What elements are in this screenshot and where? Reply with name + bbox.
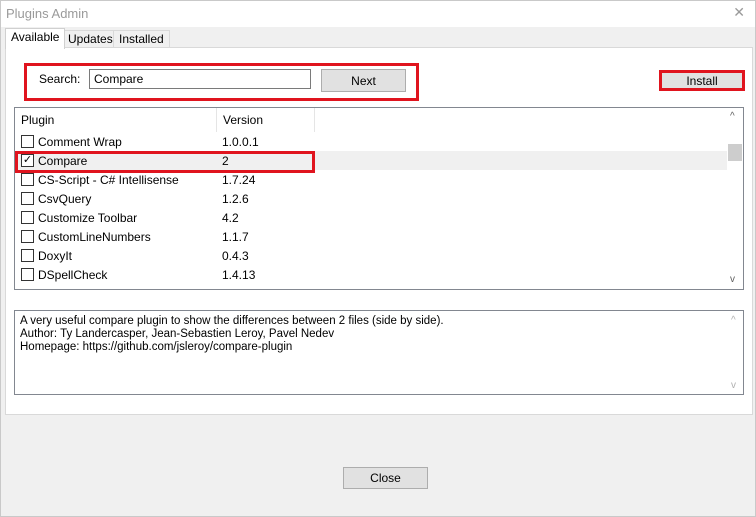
column-header-plugin[interactable]: Plugin (15, 108, 217, 132)
close-button[interactable]: Close (343, 467, 428, 489)
plugin-name: DSpellCheck (38, 268, 108, 282)
plugin-version: 1.4.13 (222, 268, 256, 282)
checkbox[interactable] (21, 211, 34, 224)
next-button[interactable]: Next (321, 69, 406, 92)
plugin-name: CS-Script - C# Intellisense (38, 173, 179, 187)
plugin-list[interactable]: Plugin Version Comment Wrap 1.0.0.1 ✓ Co… (14, 107, 744, 290)
window-title: Plugins Admin (6, 6, 89, 21)
list-item[interactable]: DSpellCheck 1.4.13 (15, 265, 727, 284)
scroll-down-icon[interactable]: v (731, 379, 736, 392)
tab-available[interactable]: Available (5, 28, 66, 49)
plugin-name: CustomLineNumbers (38, 230, 151, 244)
install-button[interactable]: Install (662, 73, 742, 88)
description-scrollbar[interactable]: ^ v (727, 311, 743, 394)
plugin-name: Customize Toolbar (38, 211, 138, 225)
plugin-version: 1.0.0.1 (222, 135, 259, 149)
list-item[interactable]: DoxyIt 0.4.3 (15, 246, 727, 265)
checkbox[interactable] (21, 135, 34, 148)
checkbox[interactable] (21, 173, 34, 186)
plugin-name: CsvQuery (38, 192, 92, 206)
checkbox[interactable] (21, 230, 34, 243)
plugin-name: DoxyIt (38, 249, 73, 263)
list-item[interactable]: CS-Script - C# Intellisense 1.7.24 (15, 170, 727, 189)
description-line: A very useful compare plugin to show the… (20, 315, 444, 327)
plugin-name: Comment Wrap (38, 135, 122, 149)
search-label: Search: (39, 72, 81, 86)
scroll-up-icon[interactable]: ^ (731, 314, 736, 327)
plugin-version: 4.2 (222, 211, 239, 225)
title-bar: Plugins Admin ✕ (1, 1, 755, 27)
plugin-version: 1.2.6 (222, 192, 249, 206)
plugin-version: 1.1.7 (222, 230, 249, 244)
column-header-version[interactable]: Version (217, 108, 315, 132)
description-line: Author: Ty Landercasper, Jean-Sebastien … (20, 328, 335, 340)
tab-installed[interactable]: Installed (113, 30, 170, 48)
scroll-up-icon[interactable]: ^ (730, 111, 735, 122)
list-item[interactable]: CustomLineNumbers 1.1.7 (15, 227, 727, 246)
list-scrollbar[interactable]: ^ v (727, 108, 743, 289)
scrollbar-thumb[interactable] (728, 144, 742, 161)
checkbox[interactable] (21, 268, 34, 281)
list-item[interactable]: Comment Wrap 1.0.0.1 (15, 132, 727, 151)
list-item[interactable]: Customize Toolbar 4.2 (15, 208, 727, 227)
plugin-version: 0.4.3 (222, 249, 249, 263)
description-box[interactable]: A very useful compare plugin to show the… (14, 310, 744, 395)
scroll-down-icon[interactable]: v (730, 274, 735, 285)
plugins-admin-window: Plugins Admin ✕ Available Updates Instal… (0, 0, 756, 517)
list-item[interactable]: CsvQuery 1.2.6 (15, 189, 727, 208)
checkbox[interactable] (21, 249, 34, 262)
tab-updates[interactable]: Updates (62, 30, 119, 48)
checkbox[interactable] (21, 192, 34, 205)
list-header: Plugin Version (15, 108, 743, 132)
plugin-version: 1.7.24 (222, 173, 256, 187)
search-input[interactable] (89, 69, 311, 89)
description-line: Homepage: https://github.com/jsleroy/com… (20, 341, 293, 353)
close-window-icon[interactable]: ✕ (733, 4, 745, 21)
